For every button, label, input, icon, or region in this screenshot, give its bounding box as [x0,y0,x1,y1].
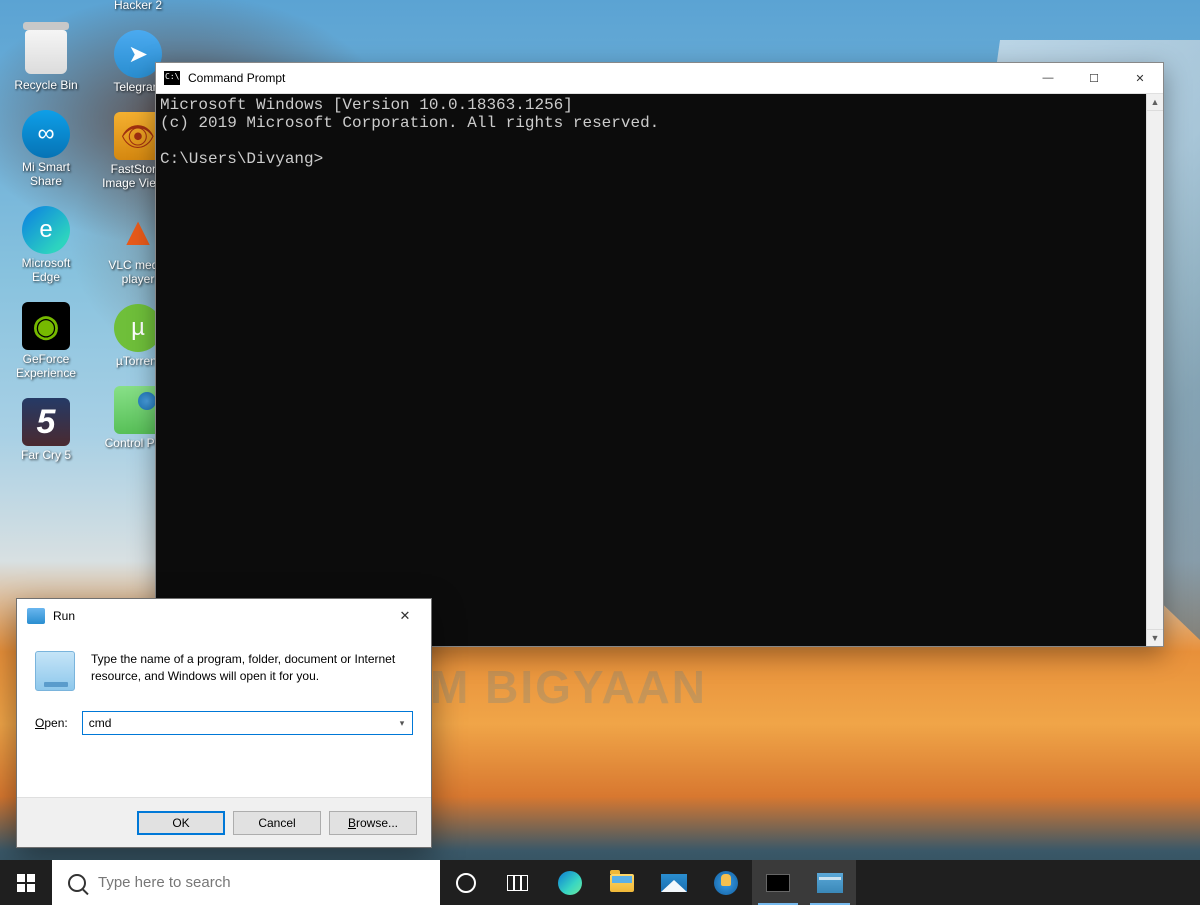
icon-label: Microsoft Edge [8,256,84,284]
desktop-icons-col1: Recycle Bin ∞ Mi Smart Share e Microsoft… [8,28,84,462]
open-input[interactable] [82,711,413,735]
run-description: Type the name of a program, folder, docu… [91,651,413,691]
cmd-scrollbar[interactable]: ▲ ▼ [1146,94,1163,646]
icon-label: µTorrent [116,354,160,368]
desktop-icon-edge[interactable]: e Microsoft Edge [8,206,84,284]
cmd-line: (c) 2019 Microsoft Corporation. All righ… [160,114,659,132]
minimize-button[interactable]: — [1025,63,1071,93]
cmd-output[interactable]: Microsoft Windows [Version 10.0.18363.12… [156,94,1146,646]
desktop-icon-recycle-bin[interactable]: Recycle Bin [8,28,84,92]
taskbar-search[interactable]: Type here to search [52,860,440,905]
taskbar-running-cmd[interactable] [752,860,804,905]
icon-label: Recycle Bin [14,78,77,92]
command-prompt-window: Command Prompt — ☐ ✕ Microsoft Windows [… [155,62,1164,647]
icon-label: Far Cry 5 [21,448,71,462]
run-body: Type the name of a program, folder, docu… [17,633,431,691]
cmd-app-icon [164,71,180,85]
mail-icon [661,874,687,892]
desktop-icon-farcry5[interactable]: 5 Far Cry 5 [8,398,84,462]
recycle-bin-icon [22,28,70,76]
run-dialog: Run ✕ Type the name of a program, folder… [16,598,432,848]
scroll-up-icon[interactable]: ▲ [1147,94,1163,111]
ok-button[interactable]: OK [137,811,225,835]
run-icon [817,873,843,893]
scroll-down-icon[interactable]: ▼ [1147,629,1163,646]
close-button[interactable]: ✕ [1117,63,1163,93]
run-app-icon [27,608,45,624]
app-icon [714,871,738,895]
window-controls: — ☐ ✕ [1025,63,1163,93]
taskbar-pin-mail[interactable] [648,860,700,905]
cortana-button[interactable] [440,860,492,905]
edge-icon: e [22,206,70,254]
close-button[interactable]: ✕ [385,603,425,629]
geforce-icon: ◉ [22,302,70,350]
search-icon [68,874,86,892]
taskbar-items [440,860,856,905]
farcry5-icon: 5 [22,398,70,446]
task-view-icon [507,875,529,891]
run-open-row: Open: ▾ [17,691,431,735]
cmd-title: Command Prompt [188,71,1025,85]
open-label: Open: [35,716,68,730]
start-button[interactable] [0,860,52,905]
file-explorer-icon [610,874,634,892]
run-titlebar[interactable]: Run ✕ [17,599,431,633]
task-view-button[interactable] [492,860,544,905]
taskbar-running-run[interactable] [804,860,856,905]
run-title: Run [53,609,385,623]
run-button-bar: OK Cancel Browse... [17,797,431,847]
taskbar-pin-edge[interactable] [544,860,596,905]
cortana-icon [456,873,476,893]
cmd-titlebar[interactable]: Command Prompt — ☐ ✕ [156,63,1163,94]
mi-smart-share-icon: ∞ [22,110,70,158]
edge-icon [558,871,582,895]
open-combobox: ▾ [82,711,413,735]
cmd-line: Microsoft Windows [Version 10.0.18363.12… [160,96,573,114]
cancel-button[interactable]: Cancel [233,811,321,835]
icon-label: GeForce Experience [8,352,84,380]
windows-logo-icon [17,874,35,892]
taskbar: Type here to search [0,860,1200,905]
taskbar-pin-app[interactable] [700,860,752,905]
search-placeholder: Type here to search [98,874,231,891]
cmd-prompt: C:\Users\Divyang> [160,150,323,168]
icon-label: Hacker 2 [114,0,162,12]
desktop-icon-mi-smart-share[interactable]: ∞ Mi Smart Share [8,110,84,188]
browse-button[interactable]: Browse... [329,811,417,835]
chevron-down-icon[interactable]: ▾ [392,712,412,734]
icon-label: Mi Smart Share [8,160,84,188]
maximize-button[interactable]: ☐ [1071,63,1117,93]
run-dialog-icon [35,651,75,691]
desktop-icon-geforce[interactable]: ◉ GeForce Experience [8,302,84,380]
cmd-icon [766,874,790,892]
desktop-icon-hacker2[interactable]: Hacker 2 [100,0,176,12]
taskbar-pin-explorer[interactable] [596,860,648,905]
